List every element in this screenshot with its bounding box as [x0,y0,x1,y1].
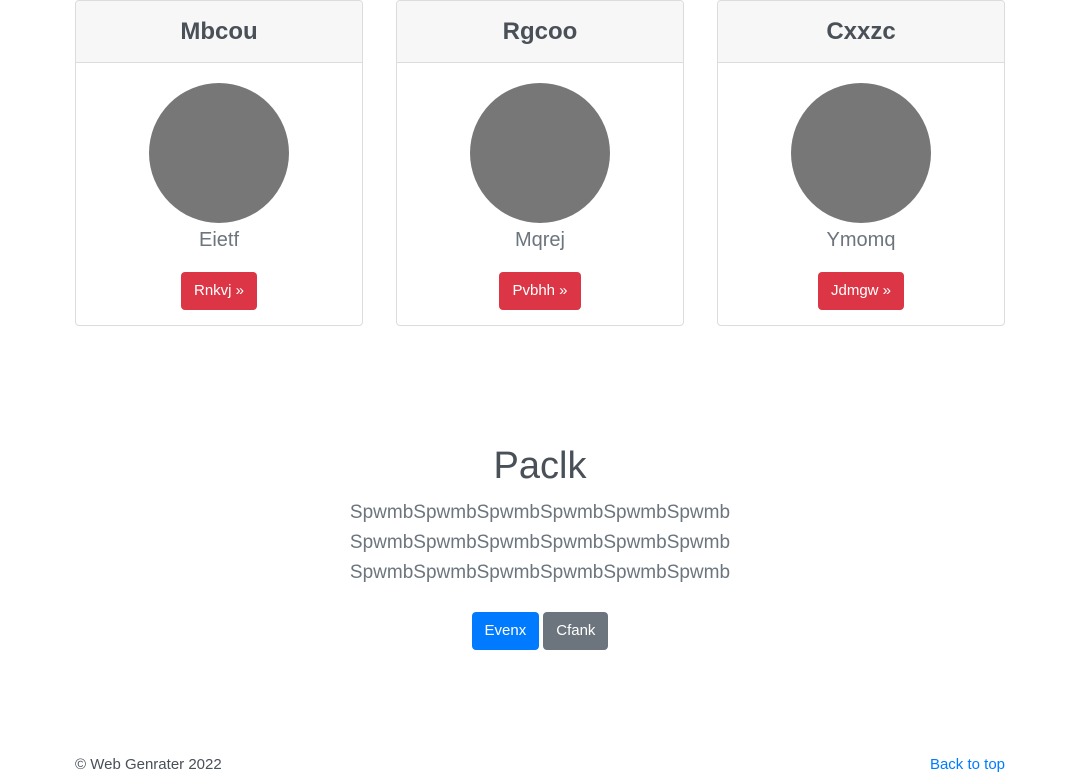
card: Mbcou Eietf Rnkvj » [75,0,363,326]
avatar-placeholder-icon [470,83,610,223]
card-title: Rgcoo [397,1,683,63]
card-title: Cxxzc [718,1,1004,63]
card-text: Ymomq [826,229,896,251]
card: Cxxzc Ymomq Jdmgw » [717,0,1005,326]
secondary-button[interactable]: Cfank [543,612,609,650]
page: Mbcou Eietf Rnkvj » Rgcoo Mqrej Pvbhh » … [0,0,1080,776]
back-to-top-link[interactable]: Back to top [930,756,1005,773]
hero-line: SpwmbSpwmbSpwmbSpwmbSpwmbSpwmb [349,562,731,583]
avatar-placeholder-icon [791,83,931,223]
primary-button[interactable]: Evenx [471,612,540,650]
card-button[interactable]: Jdmgw » [817,272,905,310]
hero-section: Paclk SpwmbSpwmbSpwmbSpwmbSpwmbSpwmb Spw… [0,440,1080,650]
hero-buttons: Evenx Cfank [0,612,1080,650]
card-row: Mbcou Eietf Rnkvj » Rgcoo Mqrej Pvbhh » … [75,0,1005,326]
card-body: Mqrej Pvbhh » [397,63,683,310]
hero-line: SpwmbSpwmbSpwmbSpwmbSpwmbSpwmb [349,502,731,523]
avatar-placeholder-icon [149,83,289,223]
card-button[interactable]: Rnkvj » [180,272,258,310]
card: Rgcoo Mqrej Pvbhh » [396,0,684,326]
card-title: Mbcou [76,1,362,63]
card-body: Ymomq Jdmgw » [718,63,1004,310]
hero-line: SpwmbSpwmbSpwmbSpwmbSpwmbSpwmb [349,532,731,553]
card-body: Eietf Rnkvj » [76,63,362,310]
footer: © Web Genrater 2022 Back to top [75,752,1005,776]
card-button[interactable]: Pvbhh » [499,272,581,310]
card-text: Eietf [198,229,240,251]
card-text: Mqrej [514,229,565,251]
hero-text: SpwmbSpwmbSpwmbSpwmbSpwmbSpwmb SpwmbSpwm… [0,498,1080,588]
hero-title: Paclk [493,445,587,487]
copyright-text: © Web Genrater 2022 [75,755,222,773]
